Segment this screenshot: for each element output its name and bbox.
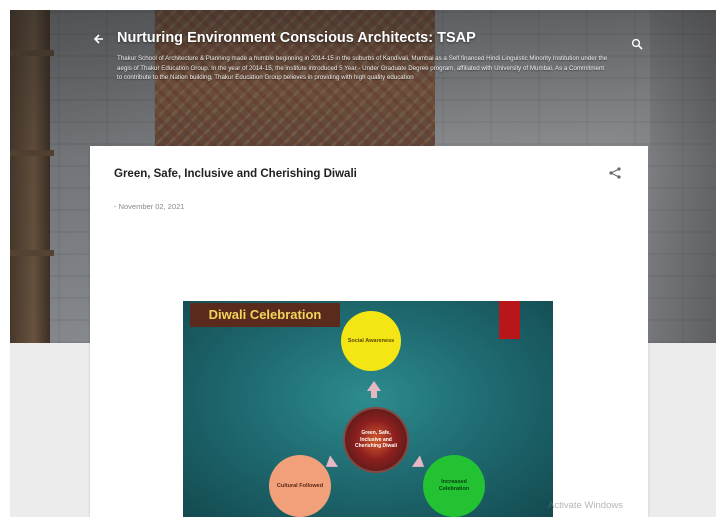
arrow-left-icon[interactable] (90, 32, 106, 48)
arrow-up-stem (371, 390, 377, 398)
bubble-label: Cultural Followed (276, 482, 324, 489)
post-image: Diwali Celebration Social Awareness Gree… (183, 301, 553, 517)
bubble-label: Green, Safe, Inclusive and Cherishing Di… (355, 430, 397, 450)
arrow-right-down-icon (411, 455, 429, 473)
slide-accent-bar (499, 301, 520, 339)
bubble-celebration: Increased Celebration (423, 455, 485, 517)
browser-viewport: Nurturing Environment Conscious Architec… (10, 10, 716, 517)
post-card: Green, Safe, Inclusive and Cherishing Di… (90, 146, 648, 517)
share-icon[interactable] (608, 166, 624, 182)
blog-title[interactable]: Nurturing Environment Conscious Architec… (117, 30, 617, 46)
share-icon-graphic (609, 167, 621, 179)
slide-banner: Diwali Celebration (190, 303, 340, 327)
search-icon-graphic (631, 38, 643, 50)
arrow-left-icon-graphic (93, 34, 103, 44)
bubble-social-awareness: Social Awareness (341, 311, 401, 371)
post-date: - November 02, 2021 (114, 202, 185, 211)
bubble-label: Increased Celebration (438, 479, 470, 492)
search-icon[interactable] (631, 37, 645, 51)
post-title[interactable]: Green, Safe, Inclusive and Cherishing Di… (114, 168, 594, 180)
blog-description: Thakur School of Architecture & Planning… (117, 55, 608, 81)
bubble-label: Social Awareness (347, 337, 395, 344)
bubble-cultural: Cultural Followed (269, 455, 331, 517)
windows-activation-watermark: Activate Windows (548, 500, 623, 511)
bubble-center: Green, Safe, Inclusive and Cherishing Di… (343, 407, 409, 473)
